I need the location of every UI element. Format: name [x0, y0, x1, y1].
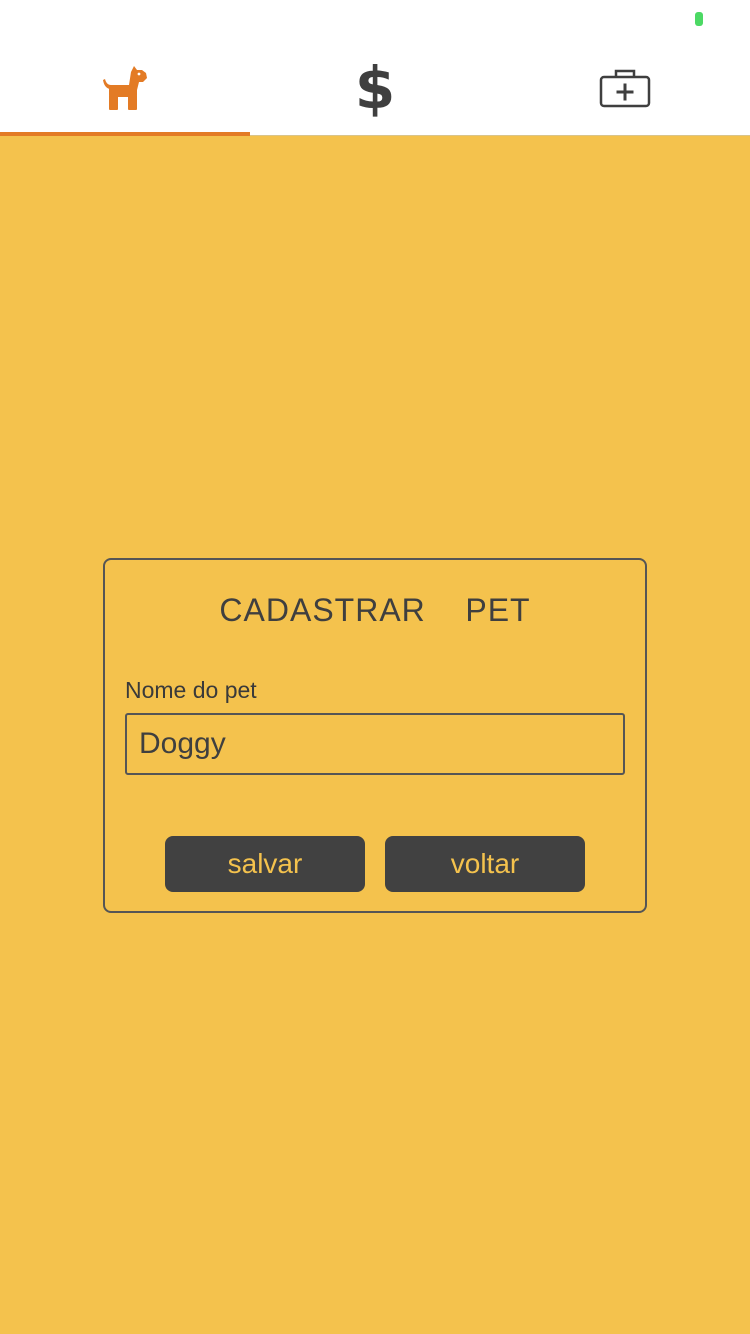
card-title: CADASTRAR PET — [219, 592, 531, 628]
tab-pets[interactable] — [0, 40, 250, 136]
save-button[interactable]: salvar — [165, 836, 365, 892]
pet-name-input[interactable] — [125, 713, 625, 775]
battery-indicator — [695, 12, 703, 26]
pet-name-label: Nome do pet — [125, 677, 257, 703]
main-content: CADASTRAR PET Nome do pet salvar voltar — [0, 137, 750, 1334]
tab-health[interactable] — [500, 40, 750, 136]
dog-icon — [101, 64, 149, 112]
dollar-icon: $ — [354, 54, 396, 122]
status-bar — [0, 0, 750, 40]
medical-kit-icon — [599, 68, 651, 108]
tab-bar: $ — [0, 40, 750, 136]
register-pet-card: CADASTRAR PET Nome do pet salvar voltar — [103, 558, 647, 913]
back-button[interactable]: voltar — [385, 836, 585, 892]
tab-finance[interactable]: $ — [250, 40, 500, 136]
